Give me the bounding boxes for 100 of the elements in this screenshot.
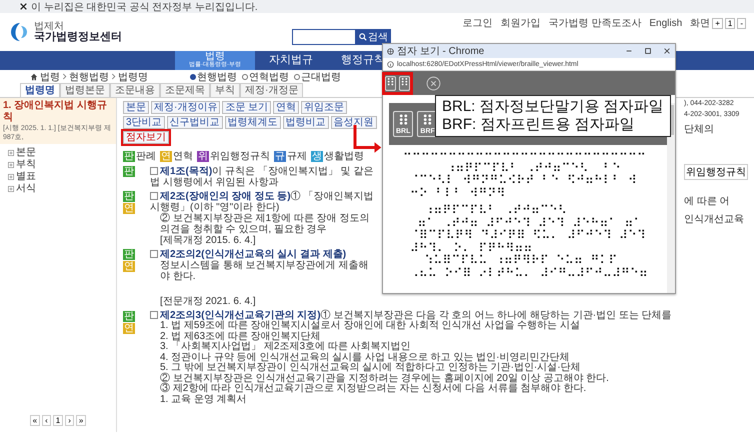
scope-radio[interactable]: 연혁법령 (242, 70, 289, 84)
article-text: 제2조(장애인의 장애 정도 등)① 「장애인복지법 시행령」(이하 "영"이라 한다) (150, 191, 374, 213)
toolbar-button[interactable]: 법령체계도 (224, 116, 281, 129)
toolbar-button[interactable]: 점자보기 (123, 131, 169, 144)
article-paragraph: 1. 교육 운영 계획서 (159, 394, 248, 405)
delegated-rules-button[interactable]: 위임행정규칙 (684, 164, 748, 180)
expand-icon[interactable] (8, 186, 14, 192)
logo-org-text: 법제처 (34, 21, 64, 32)
toolbar-button[interactable]: 법령비교 (282, 116, 329, 129)
font-size-button[interactable]: + (712, 18, 723, 28)
article-paragraph: ② 보건복지부장관은 인식개선교육기관을 지정하려는 경우에는 홈페이지에 20일 이상 공고해야 한다. (159, 374, 610, 384)
font-size-button[interactable]: 1 (724, 18, 736, 28)
maximize-icon[interactable] (644, 47, 652, 55)
legend-tag: 연 (160, 150, 172, 162)
search-tab[interactable]: 조문내용 (110, 83, 160, 97)
home-icon[interactable] (30, 72, 38, 80)
search-tab[interactable]: 부칙 (210, 83, 240, 97)
legend-tag: 판 (123, 150, 135, 162)
legend-label: 생활법령 (324, 150, 364, 163)
legend-tag: 생 (311, 150, 323, 162)
file-icon-group[interactable] (383, 72, 412, 94)
tree-label[interactable]: 부칙 (16, 159, 36, 171)
breadcrumb-link[interactable]: 법령 (40, 70, 60, 84)
search-tab[interactable]: 법령본문 (60, 83, 110, 97)
search-icon (359, 33, 367, 41)
breadcrumb-link[interactable]: 현행법령 (69, 70, 109, 84)
article-paragraph: 4. 정관이나 규약 등에 인식개선교육의 실시를 사업 내용으로 하고 있는 법인·비영리민간단체 (159, 352, 570, 362)
logo-icon[interactable] (10, 22, 30, 42)
braille-file-icon[interactable] (385, 76, 396, 90)
article-text: 제2조의2(인식개선교육의 실시 결과 제출) (150, 249, 377, 260)
header-link[interactable]: 화면 (690, 16, 710, 30)
scrollbar[interactable] (667, 103, 675, 293)
font-size-button[interactable]: - (737, 18, 746, 28)
popup-title: 점자 보기 - Chrome (397, 45, 486, 58)
toolbar-button[interactable]: 음성지원 (330, 116, 377, 129)
toolbar-button[interactable]: 조문 보기 (222, 101, 272, 114)
expand-icon[interactable] (8, 150, 14, 156)
article-paragraph: 정보시스템을 통해 보건복지부장관에게 제출해야 한다. (159, 260, 370, 282)
chevron-right-icon (111, 73, 116, 80)
article-paragraph: 2. 법 제63조에 따른 장애인복지단체 (159, 332, 322, 342)
search-field[interactable] (292, 29, 356, 45)
globe-icon (387, 48, 394, 54)
info-icon (387, 60, 394, 68)
close-circle-icon[interactable] (426, 76, 441, 90)
expand-icon[interactable] (8, 174, 14, 180)
article-paragraph: 3. 「사회복지사업법」 제2조제3호에 따른 사회복지법인 (159, 342, 412, 352)
braille-text: ⠒⠒⠒⠒⠒⠒⠒⠒⠒⠒⠒⠒⠒⠒⠒⠒⠒⠒⠒⠒⠒⠒⠒⠒⠒⠒⠒ ⠰⠶⠟⠏⠉⠏⠧⠃ ⠠⠞⠚⠶⠉⠑⠣ ⠃⠑ ⠈⠉⠑⠣⠇ ⠺⠛⠝⠛⠥⠪⠗⠞ ⠃⠑ ⠫⠚⠶⠓⠇⠃ ⠺ ⠒⠕ ⠃⠇⠃ ⠺⠛⠝⠻ ⠰⠶⠟⠏⠉⠏⠧⠃ ⠠⠞⠚⠶⠉⠑⠣ ⠶⠁ ⠠⠞⠚⠶ ⠼⠋⠚⠑⠹ ⠼⠑⠹ ⠼⠑⠓⠶⠁ ⠶⠁ ⠈⠿⠉⠏⠧⠟⠻ ⠙⠼⠊⠟⠿ ⠫⠥⠄ ⠼⠋⠚⠑⠹ ⠼⠑⠹ ⠼⠓⠹⠄ ⠕⠄ ⠏⠟⠓⠻⠶⠶ ⠱⠥⠿⠉⠏⠧⠥ ⠰⠶⠟⠻⠗⠏ ⠑⠥⠶ ⠛⠅⠏ ⠠⠦⠥ ⠕⠊⠿ ⠔⠇⠞⠓⠥⠄ ⠼⠊⠛⠤⠼⠋⠚⠤⠼⠛⠑⠶ (402, 147, 649, 279)
text-fragment: 에 따른 어 (684, 195, 730, 208)
header-link[interactable]: English (649, 18, 682, 28)
article-paragraph: 의견을 청취할 수 있으며, 필요한 경우 (159, 224, 328, 235)
toolbar-button[interactable]: 제정·개정이유 (151, 101, 220, 114)
scope-radio[interactable]: 근대법령 (294, 70, 341, 84)
law-title[interactable]: 1. 장애인복지법 시행규칙 (3, 100, 113, 124)
article-paragraph: ② 보건복지부장관은 제1항에 따른 장애 정도의 (159, 213, 370, 224)
article-text: 제1조(목적)이 규칙은 「장애인복지법」 및 같은 법 시행령에서 위임된 사항과 (150, 166, 374, 188)
chevron-right-icon (62, 73, 67, 80)
pager-button[interactable]: › (65, 415, 74, 426)
tree-label[interactable]: 본문 (16, 147, 36, 159)
search-tab[interactable]: 조문제목 (160, 83, 210, 97)
header-link[interactable]: 로그인 (462, 16, 493, 30)
scope-radio[interactable]: 현행법령 (190, 70, 237, 84)
logo-title[interactable]: 국가법령정보센터 (34, 32, 122, 43)
toolbar-button[interactable]: 위임조문 (301, 101, 348, 114)
text-fragment: 인식개선교육 (684, 213, 744, 226)
toolbar-button[interactable]: 본문 (123, 101, 149, 114)
toolbar-button[interactable]: 연혁 (273, 101, 300, 114)
contact-text-fragment: 단체의 (684, 123, 714, 136)
close-icon[interactable] (663, 47, 671, 55)
pager-button[interactable]: « (30, 415, 40, 426)
article-paragraph: ③ 제2항에 따라 인식개선교육기관으로 지정받으려는 자는 신청서에 다음 서류를 첨부해야 한다. (159, 384, 588, 394)
header-link[interactable]: 국가법령 만족도조사 (548, 16, 642, 30)
tree-label[interactable]: 서식 (16, 183, 36, 195)
close-icon[interactable] (20, 3, 27, 10)
search-tab[interactable]: 법령명 (20, 83, 60, 97)
callout-text: BRF: 점자프린트용 점자파일 (442, 116, 636, 134)
legend-tag: 위 (197, 150, 209, 162)
header-link[interactable]: 회원가입 (500, 16, 541, 30)
tree-label[interactable]: 별표 (16, 171, 36, 183)
article-paragraph: 5. 그 밖에 보건복지부장관이 인식개선교육의 실시에 적합하다고 인정하는 기관·법인·시설·단체 (159, 363, 582, 373)
callout-text: BRL: 점자정보단말기용 점자파일 (442, 98, 664, 116)
breadcrumb-link[interactable]: 법령명 (118, 70, 148, 84)
toolbar-button[interactable]: 신구법비교 (166, 116, 223, 129)
legend-label: 규제 (287, 150, 307, 163)
article-paragraph: [제목개정 2015. 6. 4.] (159, 235, 257, 246)
toolbar-button[interactable]: 3단비교 (123, 116, 165, 129)
search-button[interactable]: 검색 (356, 29, 391, 45)
legend-label: 위임행정규칙 (210, 150, 270, 163)
search-tab[interactable]: 제정·개정문 (240, 83, 304, 97)
pager-button[interactable]: » (76, 415, 86, 426)
pager-button[interactable]: ‹ (42, 415, 51, 426)
legend-label: 연혁 (173, 150, 193, 163)
notice-text: 이 누리집은 대한민국 공식 전자정부 누리집입니다. (31, 0, 258, 14)
expand-icon[interactable] (8, 162, 14, 168)
nav-item[interactable]: 자치법규 (255, 51, 327, 70)
article-paragraph: 1. 법 제59조에 따른 장애인복지시설로서 장애인에 대한 사회적 인식개선 사업을 수행하는 시설 (159, 321, 582, 332)
article-text: 제2조의3(인식개선교육기관의 지정)① 보건복지부장관은 다음 각 호의 어느 하나에 해당하는 기관·법인 또는 단체를 (150, 310, 754, 321)
braille-file-icon[interactable] (399, 76, 410, 90)
pager-button[interactable]: 1 (52, 415, 64, 426)
legend-label: 판례 (136, 150, 156, 163)
legend-tag: 규 (274, 150, 286, 162)
